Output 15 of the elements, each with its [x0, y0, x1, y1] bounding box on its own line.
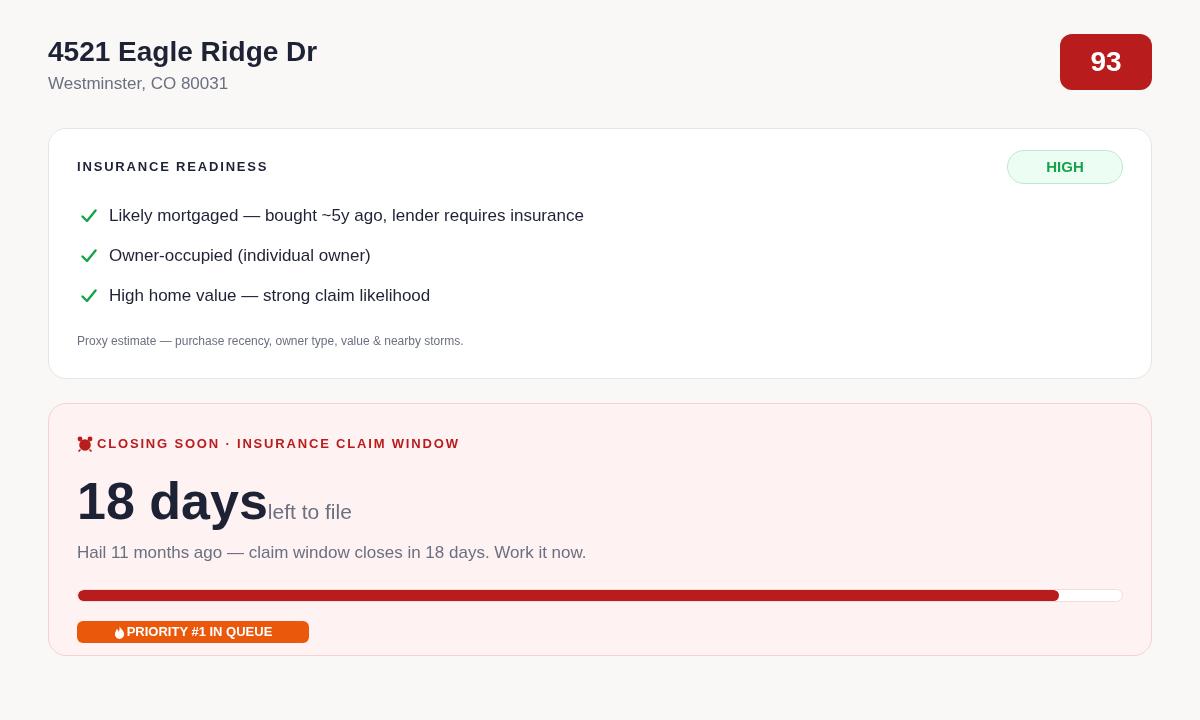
property-address: 4521 Eagle Ridge Dr: [48, 35, 318, 69]
priority-label: PRIORITY #1 IN QUEUE: [126, 624, 273, 640]
flame-icon: [113, 625, 125, 639]
rating-pill: HIGH: [1007, 150, 1123, 184]
factor-text: Owner-occupied (individual owner): [109, 245, 371, 267]
factor-text: High home value — strong claim likelihood: [109, 285, 431, 307]
alarm-clock-icon: [77, 436, 93, 452]
section-heading: CLOSING SOON · INSURANCE CLAIM WINDOW: [97, 436, 460, 452]
footnote: Proxy estimate — purchase recency, owner type, value & nearby storms.: [77, 333, 464, 349]
claim-summary: Hail 11 months ago — claim window closes in 18 days. Work it now.: [77, 542, 587, 564]
section-heading: INSURANCE READINESS: [77, 158, 269, 177]
property-location: Westminster, CO 80031: [48, 73, 229, 95]
score-badge: 93: [1060, 34, 1152, 90]
factor-text: Likely mortgaged — bought ~5y ago, lender requires insurance: [109, 205, 584, 227]
days-caption: left to file: [267, 499, 352, 525]
